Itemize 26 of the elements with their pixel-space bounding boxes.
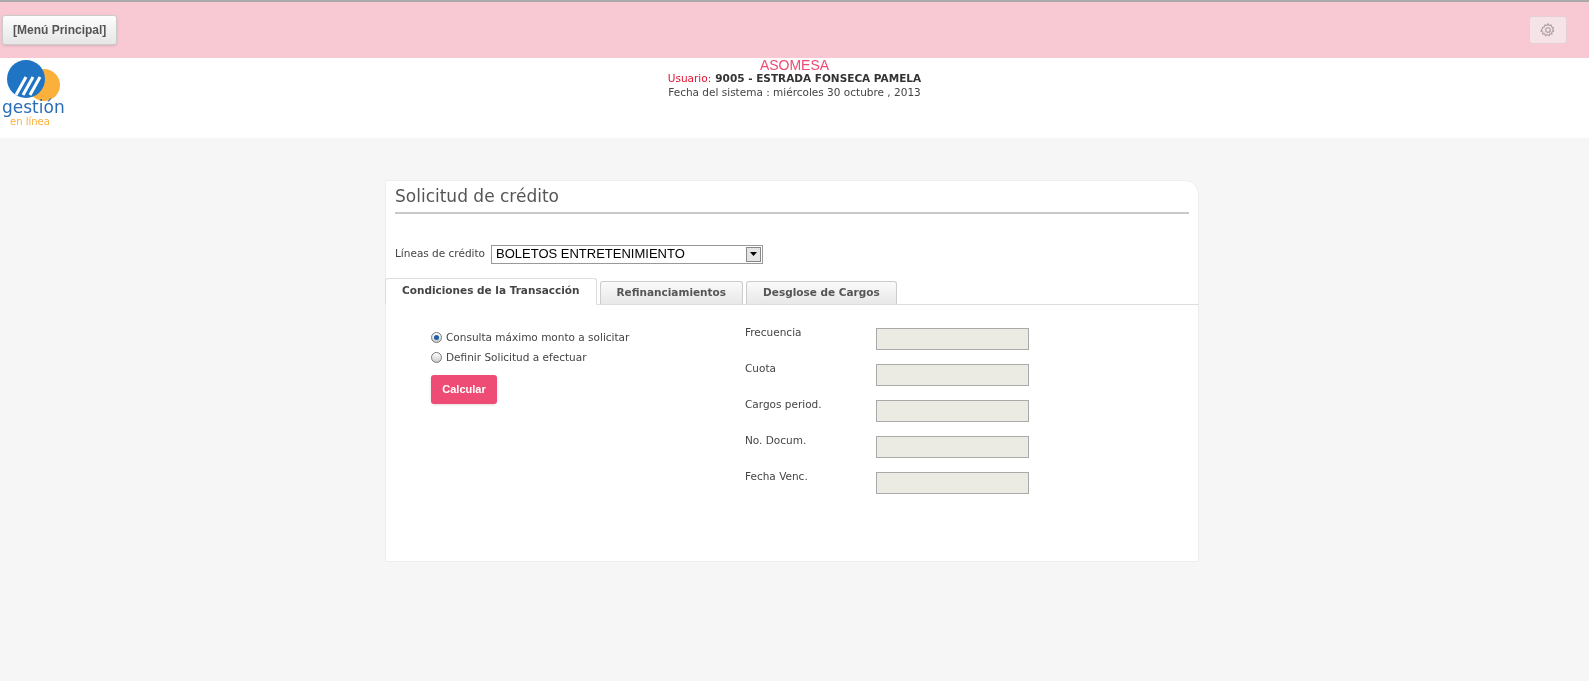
tab[interactable]: Desglose de Cargos [746,280,897,304]
form-title: Solicitud de crédito [395,186,559,206]
credit-line-label: Líneas de crédito [395,246,486,262]
main-menu-button[interactable]: [Menú Principal] [2,15,118,45]
system-date: Fecha del sistema : miércoles 30 octubre , 2013 [668,85,921,99]
settings-icon [1540,22,1556,38]
logo-title: gestión [2,99,65,116]
field-label: Frecuencia [745,324,803,340]
field-label: Cuota [745,360,777,376]
field-label: No. Docum. [745,432,808,448]
company-name: ASOMESA [759,58,830,72]
user-label: Usuario: [667,72,712,85]
field-label: Cargos period. [745,396,823,412]
credit-line-select[interactable]: BOLETOS ENTRETENIMIENTO [491,244,764,264]
radio-button[interactable] [431,332,442,343]
logo-subtitle: en línea [10,116,50,127]
radio-button[interactable] [431,352,442,363]
calculate-button[interactable]: Calcular [431,374,497,404]
radio-label: Consulta máximo monto a solicitar [446,329,630,345]
settings-button[interactable] [1529,16,1567,44]
field-label: Fecha Venc. [745,468,809,484]
tab[interactable]: Condiciones de la Transacción [385,277,597,305]
tab[interactable]: Refinanciamientos [599,280,744,304]
user-name: 9005 - ESTRADA FONSECA PAMELA [715,72,922,85]
dropdown-icon [746,246,762,262]
radio-label: Definir Solicitud a efectuar [446,349,587,365]
